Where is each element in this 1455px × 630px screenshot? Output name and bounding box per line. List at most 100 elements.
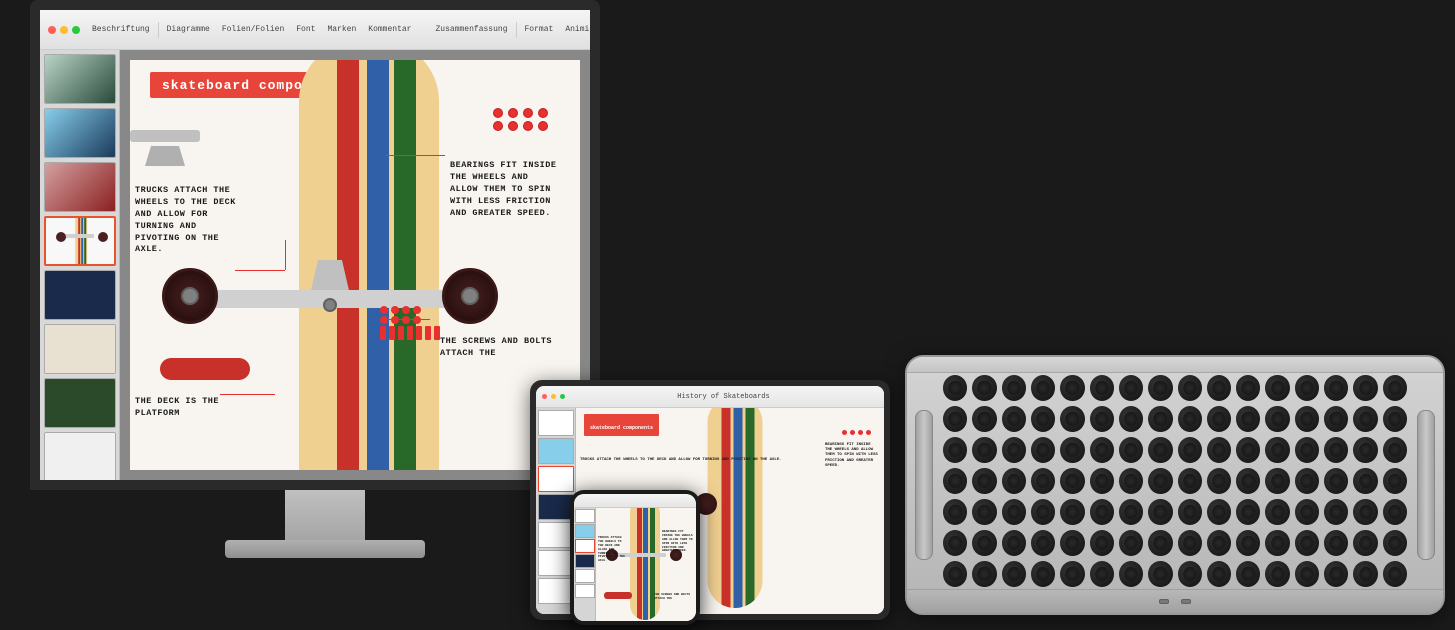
- tablet-minimize[interactable]: [551, 394, 556, 399]
- bearing-dot-5: [493, 121, 503, 131]
- grille-hole-3-4: [1060, 468, 1084, 494]
- grille-hole-6-15: [1383, 561, 1407, 587]
- grille-hole-0-6: [1119, 375, 1143, 401]
- grille-hole-5-11: [1265, 530, 1289, 556]
- toolbar-beschriftung[interactable]: Beschriftung: [88, 23, 154, 36]
- wheel-left-inner: [181, 287, 199, 305]
- toolbar-folien[interactable]: Folien/Folien: [218, 23, 288, 36]
- tablet-thumb-7[interactable]: [538, 578, 574, 604]
- slide-thumb-7[interactable]: [44, 378, 116, 428]
- tablet-thumb-6[interactable]: [538, 550, 574, 576]
- grille-hole-6-7: [1148, 561, 1172, 587]
- grille-hole-4-2: [1002, 499, 1026, 525]
- tablet-maximize[interactable]: [560, 394, 565, 399]
- screw-dot-6: [391, 316, 399, 324]
- bearing-dot-2: [508, 108, 518, 118]
- screw-dot-3: [402, 306, 410, 314]
- toolbar-zusammenfassung[interactable]: Zusammenfassung: [431, 23, 511, 36]
- toolbar-sep-1: [158, 22, 159, 38]
- grille-hole-2-9: [1207, 437, 1231, 463]
- slide-thumb-8[interactable]: [44, 432, 116, 480]
- tablet-thumb-1[interactable]: [538, 410, 574, 436]
- grille-hole-6-5: [1090, 561, 1114, 587]
- phone-thumb-2[interactable]: [575, 524, 595, 538]
- grille-hole-2-5: [1090, 437, 1114, 463]
- grille-hole-5-9: [1207, 530, 1231, 556]
- slide-thumb-4[interactable]: [44, 216, 116, 266]
- toolbar-diagramme[interactable]: Diagramme: [163, 23, 214, 36]
- grille-hole-6-11: [1265, 561, 1289, 587]
- maximize-button[interactable]: [72, 26, 80, 34]
- grille-hole-5-15: [1383, 530, 1407, 556]
- grille-hole-2-2: [1002, 437, 1026, 463]
- trucks-line-h: [235, 270, 285, 271]
- tablet-close[interactable]: [542, 394, 547, 399]
- grille-hole-3-2: [1002, 468, 1026, 494]
- grille-hole-3-5: [1090, 468, 1114, 494]
- slide-thumb-6[interactable]: [44, 324, 116, 374]
- grille-hole-6-10: [1236, 561, 1260, 587]
- keynote-app: Beschriftung Diagramme Folien/Folien Fon…: [40, 10, 590, 480]
- screw-dot-4: [413, 306, 421, 314]
- grille-hole-4-6: [1119, 499, 1143, 525]
- grille-hole-1-4: [1060, 406, 1084, 432]
- screw-bolt-5: [416, 326, 422, 340]
- grille-hole-5-10: [1236, 530, 1260, 556]
- slide-thumb-1[interactable]: [44, 54, 116, 104]
- phone-thumb-6[interactable]: [575, 584, 595, 598]
- slide-panel[interactable]: [40, 50, 120, 480]
- grille-hole-4-10: [1236, 499, 1260, 525]
- phone: TRUCKS ATTACH THE WHEELS TO THE DECK AND…: [570, 490, 700, 625]
- toolbar-format[interactable]: Format: [521, 23, 558, 36]
- phone-stripe-green: [650, 508, 655, 620]
- bearing-dot-4: [538, 108, 548, 118]
- grille-hole-5-13: [1324, 530, 1348, 556]
- phone-thumb-5[interactable]: [575, 569, 595, 583]
- slide-thumb-3[interactable]: [44, 162, 116, 212]
- phone-thumb-1[interactable]: [575, 509, 595, 523]
- grille-hole-5-12: [1295, 530, 1319, 556]
- grille-hole-0-10: [1236, 375, 1260, 401]
- grille-hole-4-4: [1060, 499, 1084, 525]
- grille-hole-6-4: [1060, 561, 1084, 587]
- grille-hole-2-14: [1353, 437, 1377, 463]
- trucks-label: TRUCKS ATTACH THE WHEELS TO THE DECK AND…: [135, 185, 240, 256]
- bearing-dot-3: [523, 108, 533, 118]
- trucks-icon-mount: [145, 146, 185, 166]
- toolbar-kommentar[interactable]: Kommentar: [364, 23, 415, 36]
- tablet-thumb-3[interactable]: [538, 466, 574, 492]
- grille-hole-0-8: [1178, 375, 1202, 401]
- truck-bolt: [323, 298, 337, 312]
- trucks-line-v: [285, 240, 286, 270]
- tablet-bearings-label: BEARINGS FIT INSIDE THE WHEELS AND ALLOW…: [825, 443, 880, 469]
- grille-hole-4-11: [1265, 499, 1289, 525]
- grille-hole-3-8: [1178, 468, 1202, 494]
- slide-background: skateboard components: [130, 60, 580, 470]
- grille-hole-4-8: [1178, 499, 1202, 525]
- grille-hole-2-12: [1295, 437, 1319, 463]
- toolbar-marken[interactable]: Marken: [323, 23, 360, 36]
- close-button[interactable]: [48, 26, 56, 34]
- grille-hole-4-12: [1295, 499, 1319, 525]
- grille-hole-1-2: [1002, 406, 1026, 432]
- toolbar-animieren[interactable]: Animieren: [561, 23, 600, 36]
- screws-line: [380, 319, 430, 320]
- phone-thumb-4[interactable]: [575, 554, 595, 568]
- grille-hole-6-12: [1295, 561, 1319, 587]
- grille-hole-0-11: [1265, 375, 1289, 401]
- grille-hole-0-4: [1060, 375, 1084, 401]
- minimize-button[interactable]: [60, 26, 68, 34]
- phone-thumb-3[interactable]: [575, 539, 595, 553]
- tablet-thumb-4[interactable]: [538, 494, 574, 520]
- slide-thumb-2[interactable]: [44, 108, 116, 158]
- grille-hole-6-13: [1324, 561, 1348, 587]
- mac-pro-handle-right: [1417, 410, 1435, 560]
- bearings-line: [385, 155, 445, 156]
- slide-thumb-5[interactable]: [44, 270, 116, 320]
- tablet-thumb-5[interactable]: [538, 522, 574, 548]
- grille-hole-2-7: [1148, 437, 1172, 463]
- tablet-thumb-2[interactable]: [538, 438, 574, 464]
- mac-pro-tower: [905, 355, 1445, 615]
- toolbar-font[interactable]: Font: [292, 23, 319, 36]
- screw-bolt-6: [425, 326, 431, 340]
